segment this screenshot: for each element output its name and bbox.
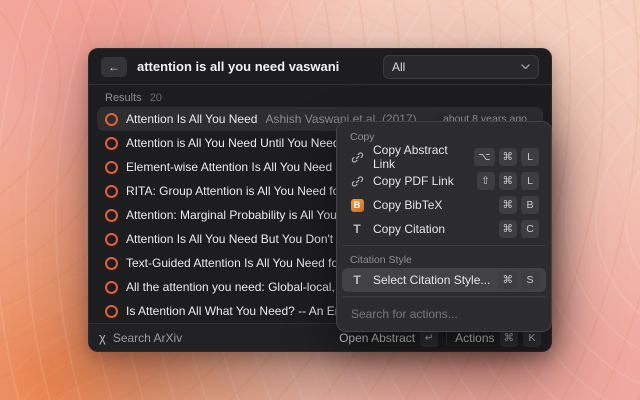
results-section-header: Results 20 [89,85,551,107]
arxiv-ring-icon [105,233,118,246]
link-icon [349,175,365,188]
bibtex-icon: B [349,199,365,212]
link-icon [349,151,365,164]
arxiv-icon: χ [99,331,106,344]
cmd-key: ⌘ [499,271,518,289]
l-key: L [521,148,539,166]
menu-item-copy-pdf-link[interactable]: Copy PDF Link ⇧ ⌘ L [342,169,546,193]
desktop-wallpaper: ← attention is all you need vaswani All … [0,0,640,400]
menu-item-label: Copy PDF Link [373,174,454,188]
menu-item-select-citation-style[interactable]: T Select Citation Style... ⌘ S [342,268,546,292]
text-icon: T [349,222,365,236]
menu-section-citation-style: Citation Style [342,250,546,268]
window-header: ← attention is all you need vaswani All [89,49,551,85]
arxiv-ring-icon [105,161,118,174]
back-arrow-icon: ← [108,60,120,74]
l-key: L [521,172,539,190]
search-input[interactable]: attention is all you need vaswani [137,59,373,74]
category-filter-label: All [392,60,405,74]
category-filter-dropdown[interactable]: All [383,55,539,79]
text-icon: T [349,273,365,287]
footer-divider [446,331,447,345]
arxiv-ring-icon [105,185,118,198]
menu-divider [343,296,545,297]
result-title: Attention Is All You Need [126,112,257,126]
open-abstract-label: Open Abstract [339,331,415,345]
arxiv-ring-icon [105,113,118,126]
back-button[interactable]: ← [101,57,127,77]
cmd-key: ⌘ [499,148,518,166]
chevron-down-icon [521,64,530,70]
extension-name: Search ArXiv [113,331,182,345]
extension-label: χ Search ArXiv [99,331,182,345]
c-key: C [521,220,539,238]
arxiv-ring-icon [105,281,118,294]
cmd-key: ⌘ [499,220,518,238]
arxiv-ring-icon [105,209,118,222]
arxiv-ring-icon [105,137,118,150]
actions-menu: Copy Copy Abstract Link ⌥ ⌘ L Copy PDF L… [336,121,552,332]
results-count: 20 [150,92,162,104]
cmd-key: ⌘ [499,196,518,214]
shift-key: ⇧ [477,172,495,190]
actions-search-input[interactable] [344,303,544,325]
menu-item-copy-citation[interactable]: T Copy Citation ⌘ C [342,217,546,241]
option-key: ⌥ [474,148,494,166]
menu-item-label: Select Citation Style... [373,273,490,287]
menu-item-label: Copy BibTeX [373,198,442,212]
result-title: Element-wise Attention Is All You Need [126,160,332,174]
arxiv-ring-icon [105,305,118,318]
b-key: B [521,196,539,214]
actions-label: Actions [455,331,494,345]
menu-item-label: Copy Citation [373,222,445,236]
menu-item-copy-abstract-link[interactable]: Copy Abstract Link ⌥ ⌘ L [342,145,546,169]
menu-item-copy-bibtex[interactable]: B Copy BibTeX ⌘ B [342,193,546,217]
menu-divider [343,245,545,246]
cmd-key: ⌘ [499,172,518,190]
results-label: Results [105,92,142,104]
menu-item-label: Copy Abstract Link [373,143,466,171]
arxiv-ring-icon [105,257,118,270]
s-key: S [521,271,539,289]
